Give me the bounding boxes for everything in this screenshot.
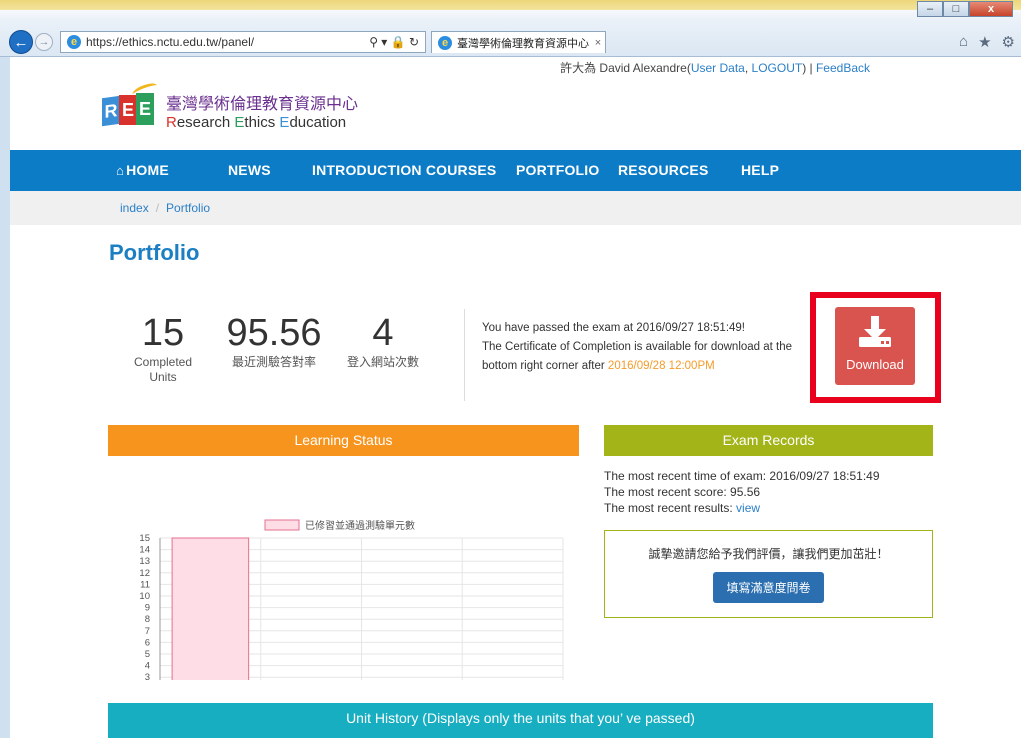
- ie-icon: e: [67, 35, 81, 49]
- main-nav: ⌂ HOME NEWS INTRODUCTION COURSES PORTFOLI…: [10, 150, 1021, 191]
- notice-line-3: bottom right corner after 2016/09/28 12:…: [482, 360, 715, 372]
- stat-label: 最近測驗答對率: [231, 355, 316, 369]
- y-tick-label: 10: [139, 591, 150, 602]
- logo-chinese-name: 臺灣學術倫理教育資源中心: [166, 95, 359, 113]
- window-title-bar: [0, 0, 1021, 10]
- feedback-link[interactable]: FeedBack: [816, 61, 870, 75]
- stat-label-line2: Units: [149, 370, 177, 384]
- browser-toolbar-icons: ⌂ ★ ⚙: [959, 33, 1015, 51]
- window-controls: – □ x: [917, 1, 1013, 17]
- recent-exam-score: The most recent score: 95.56: [604, 485, 761, 499]
- y-tick-label: 11: [140, 579, 150, 590]
- breadcrumb-separator: /: [155, 201, 160, 215]
- learning-status-chart: 已修習並通過測驗單元數0123456789101112131415核心單元法律人…: [108, 458, 579, 732]
- y-tick-label: 6: [145, 637, 150, 648]
- address-bar[interactable]: e https://ethics.nctu.edu.tw/panel/ ⚲ ▾ …: [60, 31, 426, 53]
- nav-news[interactable]: NEWS: [228, 150, 271, 191]
- maximize-button[interactable]: □: [943, 1, 969, 17]
- stat-label: Completed: [133, 355, 193, 369]
- download-certificate-button[interactable]: Download: [835, 307, 915, 385]
- page-viewport: 許大為 David Alexandre(User Data, LOGOUT) |…: [10, 57, 1021, 738]
- y-tick-label: 13: [139, 556, 150, 567]
- survey-invite-text: 誠摯邀請您給予我們評價，讓我們更加茁壯！: [648, 547, 889, 561]
- favorites-star-icon[interactable]: ★: [978, 33, 991, 51]
- unit-history-header: Unit History (Displays only the units th…: [108, 703, 933, 738]
- y-tick-label: 12: [139, 568, 150, 579]
- home-icon: ⌂: [116, 163, 125, 178]
- nav-help[interactable]: HELP: [741, 150, 779, 191]
- y-tick-label: 3: [145, 672, 150, 680]
- notice-line-1: You have passed the exam at 2016/09/27 1…: [482, 322, 746, 334]
- y-tick-label: 5: [145, 649, 150, 660]
- bar-0: [171, 537, 250, 713]
- tab-title: 臺灣學術倫理教育資源中心: [457, 37, 589, 50]
- y-tick-label: 7: [145, 626, 150, 637]
- nav-introduction-courses[interactable]: INTRODUCTION COURSES: [312, 150, 496, 191]
- site-logo[interactable]: R E E 臺灣學術倫理教育資源中心 Research Ethics Educa…: [102, 80, 358, 131]
- user-name: 許大為 David Alexandre(: [560, 61, 691, 75]
- breadcrumb-index[interactable]: index: [120, 201, 149, 215]
- browser-tab[interactable]: e 臺灣學術倫理教育資源中心 ×: [431, 31, 606, 53]
- legend-label: 已修習並通過測驗單元數: [305, 519, 415, 532]
- stat-recent-score: 95.56 最近測驗答對率: [224, 312, 324, 370]
- notice-line-2: The Certificate of Completion is availab…: [482, 341, 793, 353]
- available-date: 2016/09/28 12:00PM: [607, 360, 715, 372]
- certificate-notice: You have passed the exam at 2016/09/27 1…: [482, 319, 802, 376]
- stat-value: 4: [372, 312, 394, 354]
- recent-exam-results: The most recent results: view: [604, 501, 761, 515]
- download-label: Download: [846, 357, 904, 372]
- nav-home[interactable]: ⌂ HOME: [116, 150, 169, 191]
- ree-logo-icon: R E E: [102, 80, 159, 131]
- page-title: Portfolio: [109, 240, 200, 265]
- tab-ie-icon: e: [438, 35, 452, 50]
- back-button[interactable]: ←: [9, 30, 33, 54]
- learning-status-header: Learning Status: [108, 425, 579, 456]
- browser-chrome: – □ x ← → e https://ethics.nctu.edu.tw/p…: [0, 0, 1021, 57]
- nav-portfolio[interactable]: PORTFOLIO: [516, 150, 599, 191]
- bar-chart: 已修習並通過測驗單元數0123456789101112131415核心單元法律人…: [139, 519, 564, 732]
- stat-completed-units: 15 Completed Units: [122, 312, 204, 385]
- y-tick-label: 15: [139, 533, 150, 544]
- download-icon: [859, 316, 891, 347]
- nav-home-label: HOME: [126, 162, 169, 178]
- logo-english-name: Research Ethics Education: [166, 113, 347, 131]
- y-tick-label: 8: [145, 614, 150, 625]
- forward-button[interactable]: →: [35, 33, 53, 51]
- logo-text: 臺灣學術倫理教育資源中心 Research Ethics Education: [166, 90, 358, 131]
- stat-value: 95.56: [226, 312, 322, 354]
- stat-label: 登入網站次數: [346, 355, 419, 369]
- stat-value: 15: [141, 312, 185, 354]
- recent-exam-time: The most recent time of exam: 2016/09/27…: [604, 469, 880, 483]
- exam-records-info: The most recent time of exam: 2016/09/27…: [604, 468, 880, 516]
- y-tick-label: 14: [139, 545, 150, 556]
- fill-survey-button[interactable]: 填寫滿意度問卷: [713, 572, 824, 603]
- stats-divider: [464, 309, 465, 401]
- address-tools[interactable]: ⚲ ▾ 🔒 ↻: [369, 35, 425, 49]
- y-tick-label: 9: [145, 603, 150, 614]
- tab-close-icon[interactable]: ×: [591, 37, 605, 49]
- forward-arrow-icon: →: [38, 36, 50, 48]
- settings-gear-icon[interactable]: ⚙: [1002, 33, 1015, 51]
- address-url[interactable]: https://ethics.nctu.edu.tw/panel/: [86, 35, 369, 49]
- user-data-link[interactable]: User Data: [691, 61, 745, 75]
- view-results-link[interactable]: view: [736, 501, 760, 515]
- minimize-button[interactable]: –: [917, 1, 943, 17]
- nav-resources[interactable]: RESOURCES: [618, 150, 708, 191]
- stat-login-count: 4 登入網站次數: [338, 312, 428, 370]
- breadcrumb: index / Portfolio: [10, 191, 1021, 225]
- home-icon[interactable]: ⌂: [959, 33, 968, 51]
- user-bar-comma: ,: [744, 61, 752, 75]
- logout-link[interactable]: LOGOUT: [752, 61, 803, 75]
- breadcrumb-current[interactable]: Portfolio: [166, 201, 210, 215]
- user-bar-separator: ) |: [802, 61, 816, 75]
- exam-records-header: Exam Records: [604, 425, 933, 456]
- close-window-button[interactable]: x: [969, 1, 1013, 17]
- legend-swatch: [264, 519, 300, 531]
- survey-box: 誠摯邀請您給予我們評價，讓我們更加茁壯！ 填寫滿意度問卷: [604, 530, 933, 618]
- y-tick-label: 4: [145, 661, 150, 672]
- user-bar: 許大為 David Alexandre(User Data, LOGOUT) |…: [10, 57, 870, 76]
- back-arrow-icon: ←: [13, 33, 29, 51]
